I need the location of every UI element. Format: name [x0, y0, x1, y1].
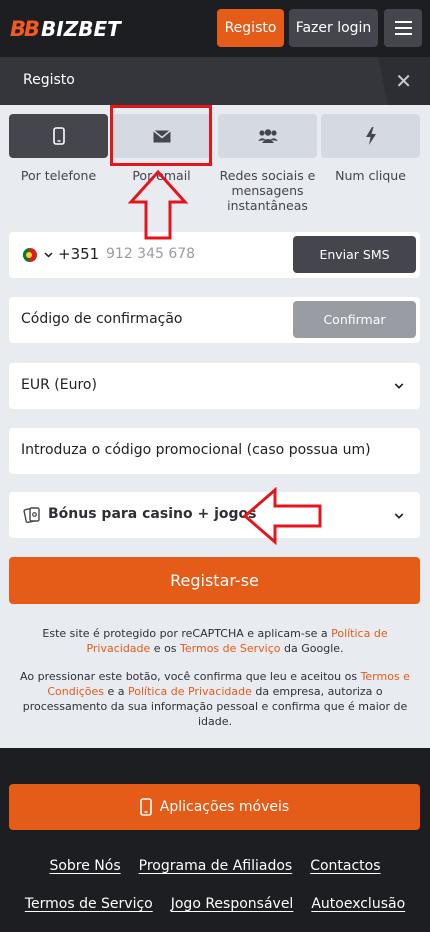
promo-code-input[interactable]: Introduza o código promocional (caso pos…	[21, 442, 371, 458]
bonus-value: Bónus para casino + jogos	[48, 506, 257, 522]
lightning-icon	[365, 127, 376, 145]
page-title: Registo	[23, 72, 75, 88]
bonus-select[interactable]: Bónus para casino + jogos	[9, 492, 420, 538]
recaptcha-text: e os	[150, 642, 181, 655]
mobile-apps-button[interactable]: Aplicações móveis	[9, 784, 420, 830]
mobile-apps-label: Aplicações móveis	[159, 799, 290, 815]
confirmation-code-input[interactable]: Código de confirmação	[21, 311, 183, 327]
country-code[interactable]: +351	[58, 245, 99, 263]
registration-form: Por telefone Por email Redes sociais e m…	[0, 105, 430, 748]
registration-titlebar: Registo ✕	[0, 57, 430, 105]
footer-links-row-1: Sobre Nós Programa de Afiliados Contacto…	[0, 858, 430, 874]
footer-link-about[interactable]: Sobre Nós	[49, 858, 120, 874]
confirmation-code-field[interactable]: Código de confirmação Confirmar	[9, 297, 420, 343]
chevron-down-icon	[394, 383, 404, 389]
footer-link-affiliates[interactable]: Programa de Afiliados	[139, 858, 293, 874]
phone-icon	[139, 798, 152, 816]
recaptcha-notice: Este site é protegido por reCAPTCHA e ap…	[14, 626, 416, 656]
consent-text: e a	[104, 685, 129, 698]
footer-links-row-2: Termos de Serviço Jogo Responsável Autoe…	[0, 896, 430, 912]
logo[interactable]: BB BIZBET	[10, 17, 121, 41]
currency-select[interactable]: EUR (Euro)	[9, 363, 420, 409]
logo-mark: BB	[10, 17, 40, 41]
consent-notice: Ao pressionar este botão, você confirma …	[14, 669, 416, 729]
tab-label-email: Por email	[132, 168, 191, 183]
footer-link-self-exclusion[interactable]: Autoexclusão	[311, 896, 405, 912]
portugal-flag-icon	[23, 248, 37, 262]
register-header-button[interactable]: Registo	[217, 9, 284, 47]
privacy-policy-link[interactable]: Política de Privacidade	[128, 685, 252, 698]
chevron-down-icon	[394, 513, 404, 519]
promo-code-field[interactable]: Introduza o código promocional (caso pos…	[9, 428, 420, 474]
confirm-button[interactable]: Confirmar	[293, 301, 416, 338]
logo-text: BIZBET	[41, 17, 121, 41]
send-sms-button[interactable]: Enviar SMS	[293, 236, 416, 273]
footer-link-responsible-gaming[interactable]: Jogo Responsável	[171, 896, 294, 912]
phone-field: +351 912 345 678 Enviar SMS	[9, 232, 420, 278]
footer-link-terms[interactable]: Termos de Serviço	[25, 896, 153, 912]
tab-phone[interactable]	[9, 114, 108, 158]
recaptcha-text: Este site é protegido por reCAPTCHA e ap…	[42, 627, 332, 640]
tab-label-one-click: Num clique	[335, 168, 406, 183]
currency-value: EUR (Euro)	[21, 377, 97, 393]
annotation-highlight-box	[110, 105, 212, 166]
tab-label-social: Redes sociais e mensagens instantâneas	[219, 168, 316, 213]
login-button[interactable]: Fazer login	[289, 9, 378, 47]
footer-link-contacts[interactable]: Contactos	[310, 858, 380, 874]
phone-icon	[52, 127, 65, 145]
consent-text: Ao pressionar este botão, você confirma …	[20, 670, 361, 683]
recaptcha-text: da Google.	[280, 642, 344, 655]
hamburger-icon[interactable]	[384, 9, 422, 47]
phone-input[interactable]: 912 345 678	[106, 246, 195, 262]
terms-of-service-link[interactable]: Termos de Serviço	[180, 642, 280, 655]
tab-label-phone: Por telefone	[20, 168, 97, 183]
tab-social[interactable]	[218, 114, 317, 158]
users-icon	[257, 129, 278, 143]
tab-one-click[interactable]	[321, 114, 420, 158]
country-chevron-icon[interactable]	[44, 252, 53, 258]
cards-icon	[23, 507, 40, 524]
register-submit-button[interactable]: Registar-se	[9, 557, 420, 604]
header: BB BIZBET Registo Fazer login	[0, 0, 430, 57]
close-icon[interactable]: ✕	[395, 69, 412, 93]
